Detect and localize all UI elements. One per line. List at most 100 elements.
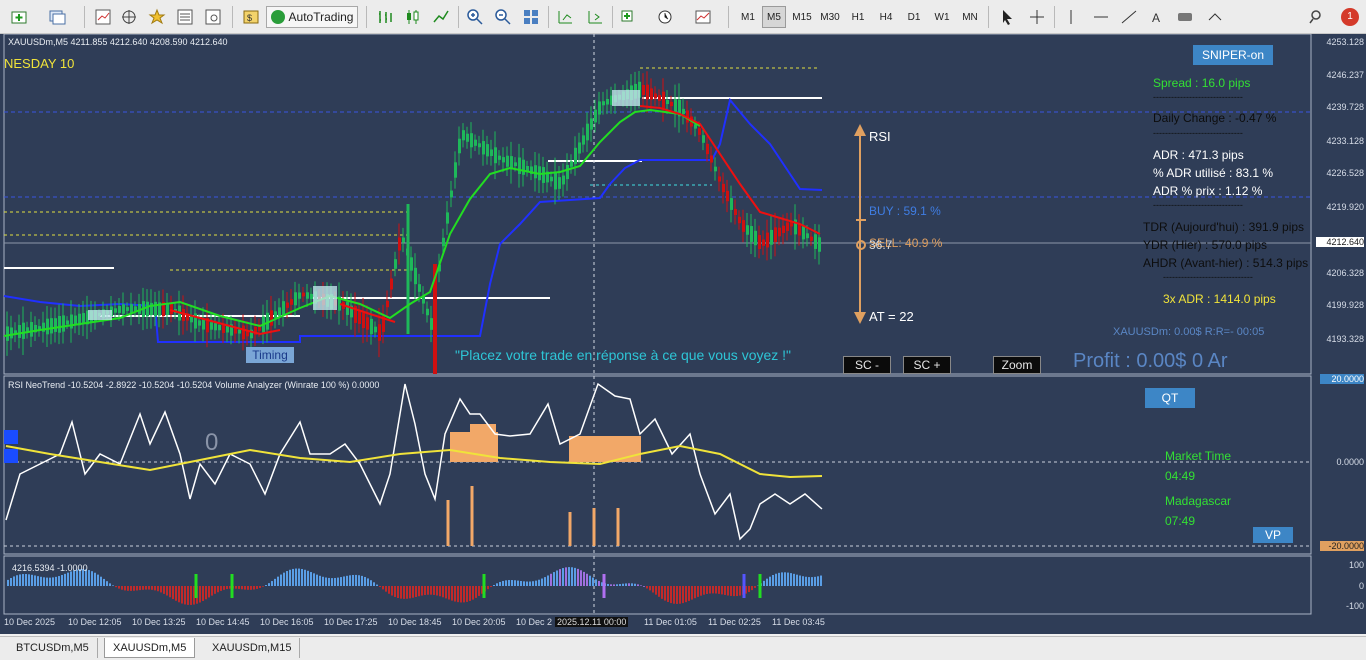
terminal-icon[interactable] bbox=[174, 6, 196, 28]
indicator-axis-top: 20.0000 bbox=[1320, 374, 1364, 384]
autotrading-button[interactable]: AutoTrading bbox=[266, 6, 358, 28]
trendline-icon[interactable] bbox=[1118, 6, 1140, 28]
candle-body bbox=[418, 284, 421, 292]
timing-button[interactable]: Timing bbox=[246, 347, 294, 363]
favorites-icon[interactable] bbox=[146, 6, 168, 28]
autotrading-label: AutoTrading bbox=[288, 10, 354, 24]
timeframe-mn[interactable]: MN bbox=[958, 6, 982, 28]
time-tick: 10 Dec 2 bbox=[516, 617, 553, 627]
candle-body bbox=[602, 101, 605, 106]
qt-button[interactable]: QT bbox=[1145, 388, 1195, 408]
ydr-info: YDR (Hier) : 570.0 pips bbox=[1143, 238, 1268, 252]
text-tool-icon[interactable]: A bbox=[1146, 6, 1168, 28]
timeframe-w1[interactable]: W1 bbox=[930, 6, 954, 28]
candle-body bbox=[774, 227, 777, 242]
templates-icon[interactable] bbox=[692, 6, 714, 28]
candle-body bbox=[378, 324, 381, 341]
new-chart-icon[interactable] bbox=[8, 6, 30, 28]
chart-area[interactable]: XAUUSDm,M5 4211.855 4212.640 4208.590 42… bbox=[0, 34, 1366, 634]
timeframe-h1[interactable]: H1 bbox=[846, 6, 870, 28]
candle-body bbox=[182, 308, 185, 322]
candle-body bbox=[598, 101, 601, 115]
crosshair-icon[interactable] bbox=[1026, 6, 1048, 28]
zoom-out-icon[interactable] bbox=[492, 6, 514, 28]
candle-body bbox=[366, 317, 369, 330]
chart-shift-icon[interactable] bbox=[554, 6, 576, 28]
candle-body bbox=[450, 190, 453, 198]
sc-plus-button[interactable]: SC + bbox=[903, 356, 951, 374]
candle-body bbox=[122, 304, 125, 314]
candle-body bbox=[402, 237, 405, 243]
candle-body bbox=[426, 308, 429, 316]
metaeditor-icon[interactable]: $ bbox=[240, 6, 262, 28]
auto-scroll-icon[interactable] bbox=[584, 6, 606, 28]
tab-xauusdm-m5[interactable]: XAUUSDm,M5 bbox=[104, 638, 196, 658]
sniper-button[interactable]: SNIPER-on bbox=[1193, 45, 1273, 65]
candle-body bbox=[494, 147, 497, 164]
candle-body bbox=[198, 320, 201, 326]
label-tool-icon[interactable] bbox=[1174, 6, 1196, 28]
candle-body bbox=[10, 327, 13, 339]
line-chart-icon[interactable] bbox=[430, 6, 452, 28]
candle-body bbox=[654, 93, 657, 99]
candle-body bbox=[714, 166, 717, 172]
navigator-icon[interactable] bbox=[118, 6, 140, 28]
timeframe-h4[interactable]: H4 bbox=[874, 6, 898, 28]
candle-body bbox=[286, 302, 289, 308]
candle-body bbox=[578, 142, 581, 154]
candle-body bbox=[374, 326, 377, 333]
volume-block bbox=[4, 449, 18, 463]
candle-body bbox=[50, 318, 53, 334]
candle-body bbox=[606, 98, 609, 105]
timeframe-m5[interactable]: M5 bbox=[762, 6, 786, 28]
vp-button[interactable]: VP bbox=[1253, 527, 1293, 543]
timeframe-m15[interactable]: M15 bbox=[790, 6, 814, 28]
candle-body bbox=[766, 232, 769, 248]
sc-minus-button[interactable]: SC - bbox=[843, 356, 891, 374]
candle-body bbox=[58, 315, 61, 333]
candle-body bbox=[298, 292, 301, 299]
info-divider: ------------------------------ bbox=[1153, 92, 1243, 102]
candle-body bbox=[726, 190, 729, 202]
search-icon[interactable] bbox=[1306, 6, 1328, 28]
candle-body bbox=[706, 143, 709, 155]
terminal-window: $ AutoTrading M1 M5 M15 M30 H1 H4 D1 W1 … bbox=[0, 0, 1366, 660]
profiles-icon[interactable] bbox=[46, 6, 68, 28]
zoom-button[interactable]: Zoom bbox=[993, 356, 1041, 374]
indicator-axis-mid: 0.0000 bbox=[1336, 457, 1364, 467]
timeframe-m30[interactable]: M30 bbox=[818, 6, 842, 28]
zoom-in-icon[interactable] bbox=[464, 6, 486, 28]
price-tick: 4239.728 bbox=[1326, 102, 1364, 112]
candle-body bbox=[430, 318, 433, 330]
indicators-icon[interactable] bbox=[618, 6, 640, 28]
tile-windows-icon[interactable] bbox=[520, 6, 542, 28]
profit-info: Profit : 0.00$ 0 Ar bbox=[1073, 350, 1228, 372]
tab-xauusdm-m15[interactable]: XAUUSDm,M15 bbox=[204, 638, 301, 658]
notifications-icon[interactable]: 1 bbox=[1340, 6, 1360, 28]
candle-body bbox=[470, 133, 473, 148]
cursor-icon[interactable] bbox=[996, 6, 1018, 28]
time-tick: 10 Dec 13:25 bbox=[132, 617, 186, 627]
candle-body bbox=[390, 278, 393, 290]
candle-body bbox=[170, 303, 173, 315]
arrows-tool-icon[interactable] bbox=[1204, 6, 1226, 28]
price-tick: 4193.328 bbox=[1326, 334, 1364, 344]
bar-chart-icon[interactable] bbox=[374, 6, 396, 28]
indicator-axis-bottom: -20.0000 bbox=[1320, 541, 1364, 551]
candle-body bbox=[754, 230, 757, 246]
market-watch-icon[interactable] bbox=[92, 6, 114, 28]
candle-body bbox=[658, 95, 661, 101]
candle-body bbox=[410, 257, 413, 271]
timeframe-m1[interactable]: M1 bbox=[736, 6, 760, 28]
timeframe-d1[interactable]: D1 bbox=[902, 6, 926, 28]
candle-body bbox=[534, 165, 537, 179]
candle-body bbox=[218, 324, 221, 331]
candlestick-icon[interactable] bbox=[402, 6, 424, 28]
periods-clock-icon[interactable] bbox=[654, 6, 676, 28]
vertical-line-icon[interactable] bbox=[1060, 6, 1082, 28]
strategy-tester-icon[interactable] bbox=[202, 6, 224, 28]
horizontal-line-icon[interactable] bbox=[1090, 6, 1112, 28]
tab-btcusdm-m5[interactable]: BTCUSDm,M5 bbox=[8, 638, 98, 658]
crosshair-time-label: 2025.12.11 00:00 bbox=[555, 617, 629, 627]
candle-body bbox=[18, 325, 21, 338]
